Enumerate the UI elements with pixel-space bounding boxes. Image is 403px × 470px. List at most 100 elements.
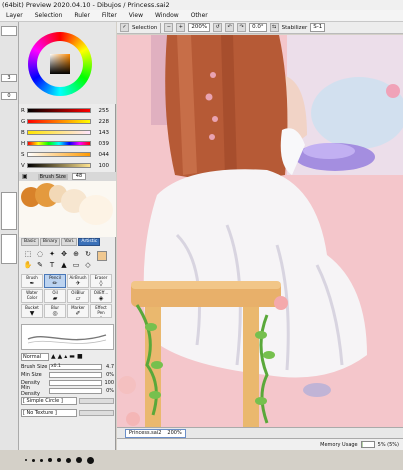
color-slider-s[interactable]: S 044 [21,150,114,159]
color-slider-v[interactable]: V 100 [21,161,114,170]
param-slider[interactable] [49,372,102,378]
color-slider-value[interactable]: 039 [91,141,110,147]
zoom-in-icon[interactable]: + [176,23,186,32]
tab-basic[interactable]: Basic [21,238,39,246]
brush-texture-strength[interactable] [79,409,114,416]
shape-square-icon[interactable]: ■ [77,353,83,360]
brush-marker[interactable]: Marker ✐ [67,304,89,318]
scratchpad[interactable] [19,181,116,237]
brush-shape-select[interactable]: [ Simple Circle ] [21,396,77,405]
brush-texture-select[interactable]: [ No Texture ] [21,408,77,417]
color-slider-track[interactable] [27,163,91,168]
tab-binary[interactable]: Binary [39,238,61,246]
brush-preset-dot[interactable] [40,458,43,462]
shape-flat-icon[interactable]: ▬ [69,353,75,360]
brush-blur[interactable]: Blur ◎ [44,304,66,318]
brush-effect-pen[interactable]: Effect Pen✧ [90,304,112,318]
color-slider-value[interactable]: 255 [91,108,110,114]
eyedropper-icon[interactable]: ✎ [34,260,46,271]
saturation-value-square[interactable] [50,54,70,74]
zoom-out-icon[interactable]: − [164,23,174,32]
scratch-icon[interactable]: ▣ [22,173,28,180]
current-color-swatch[interactable] [97,251,107,261]
text-icon[interactable]: T [46,260,58,271]
lasso-icon[interactable]: ◌ [34,249,46,260]
move-icon[interactable]: ✥ [58,249,70,260]
brush-preset-dot[interactable] [48,458,52,462]
blend-mode-select[interactable]: Normal [21,352,49,361]
zoom-field[interactable]: 200% [188,23,211,32]
strip-layer-thumb[interactable] [1,192,17,230]
color-slider-track[interactable] [27,119,91,124]
color-slider-track[interactable] [27,141,91,146]
brush-preset-dot[interactable] [57,458,61,462]
brush-preset-dot[interactable] [25,459,27,461]
color-wheel[interactable] [28,32,92,96]
menu-other[interactable]: Other [185,10,214,22]
shape-triangle-icon[interactable]: ▲ [51,353,56,360]
rotate-icon[interactable]: ↻ [82,249,94,260]
brush-preset-dot[interactable] [87,456,94,464]
tab-artistic[interactable]: Artistic [78,238,101,246]
color-slider-value[interactable]: 143 [91,130,110,136]
strip-preview[interactable] [1,26,17,36]
tab-vari[interactable]: Vari. [61,238,78,246]
strip-value-2[interactable]: 0 [1,92,17,100]
drawing-canvas[interactable] [117,35,403,427]
brush-preset-dot[interactable] [66,457,71,463]
zoom-reset-icon[interactable]: ↺ [213,23,223,32]
brush-oilblur[interactable]: OilBlur ▱ [67,289,89,303]
brush-oileff[interactable]: OilEff... ◈ [90,289,112,303]
shape-triangle-small-icon[interactable]: ▴ [64,353,67,360]
brush-eraser[interactable]: Eraser ◊ [90,274,112,288]
magic-wand-icon[interactable]: ✦ [46,249,58,260]
brush-shape-strength[interactable] [79,397,114,404]
shape-triangle-medium-icon[interactable]: ▲ [58,353,63,360]
navigator-strip: 3 0 [0,22,19,450]
hand-icon[interactable]: ✋ [22,260,34,271]
brush-water-color[interactable]: Water Color≈ [21,289,43,303]
color-slider-track[interactable] [27,108,91,113]
zoom-icon[interactable]: ⊕ [70,249,82,260]
stabilizer-select[interactable]: S-1 [310,23,326,32]
param-slider[interactable]: x0.1 [49,364,102,370]
brush-oil[interactable]: Oil ▰ [44,289,66,303]
eraser-icon[interactable]: ▭ [70,260,82,271]
color-slider-value[interactable]: 228 [91,119,110,125]
brush-preset-dot[interactable] [32,458,35,462]
menu-view[interactable]: View [123,10,149,22]
brush-brush[interactable]: Brush ✒ [21,274,43,288]
param-slider[interactable] [49,388,102,394]
rotate-right-icon[interactable]: ↷ [237,23,247,32]
color-slider-g[interactable]: G 228 [21,117,114,126]
color-slider-track[interactable] [27,152,91,157]
menu-layer[interactable]: Layer [0,10,29,22]
brush-preset-dot[interactable] [76,457,82,463]
selection-toggle-icon[interactable]: ✓ [120,23,129,32]
strip-value-1[interactable]: 3 [1,74,17,82]
brush-pencil[interactable]: Pencil ✏ [44,274,66,288]
shape-icon[interactable]: ◇ [82,260,94,271]
brush-bucket[interactable]: Bucket ▼ [21,304,43,318]
document-tab[interactable]: Princess.sai2 200% [125,428,186,438]
param-slider[interactable] [49,380,102,386]
color-slider-r[interactable]: R 255 [21,106,114,115]
menu-selection[interactable]: Selection [29,10,69,22]
color-slider-b[interactable]: B 143 [21,128,114,137]
rotate-left-icon[interactable]: ↶ [225,23,235,32]
color-slider-track[interactable] [27,130,91,135]
brush-airbrush[interactable]: AirBrush ✈ [67,274,89,288]
menu-window[interactable]: Window [149,10,185,22]
menu-filter[interactable]: Filter [96,10,123,22]
strip-layer-thumb-2[interactable] [1,234,17,264]
menu-ruler[interactable]: Ruler [68,10,96,22]
color-slider-h[interactable]: H 039 [21,139,114,148]
tool-panel: R 255 G 228 B 143 H 039 S 044 V 100 ▣ Brush Size 48… [19,22,116,464]
flip-icon[interactable]: ⇆ [269,23,279,32]
angle-field[interactable]: 0.0° [249,23,267,32]
color-slider-value[interactable]: 044 [91,152,110,158]
brush-size-value[interactable]: 48 [71,173,86,180]
selection-icon[interactable]: ⬚ [22,249,34,260]
color-slider-value[interactable]: 100 [91,163,110,169]
fill-icon[interactable]: ▲ [58,260,70,271]
